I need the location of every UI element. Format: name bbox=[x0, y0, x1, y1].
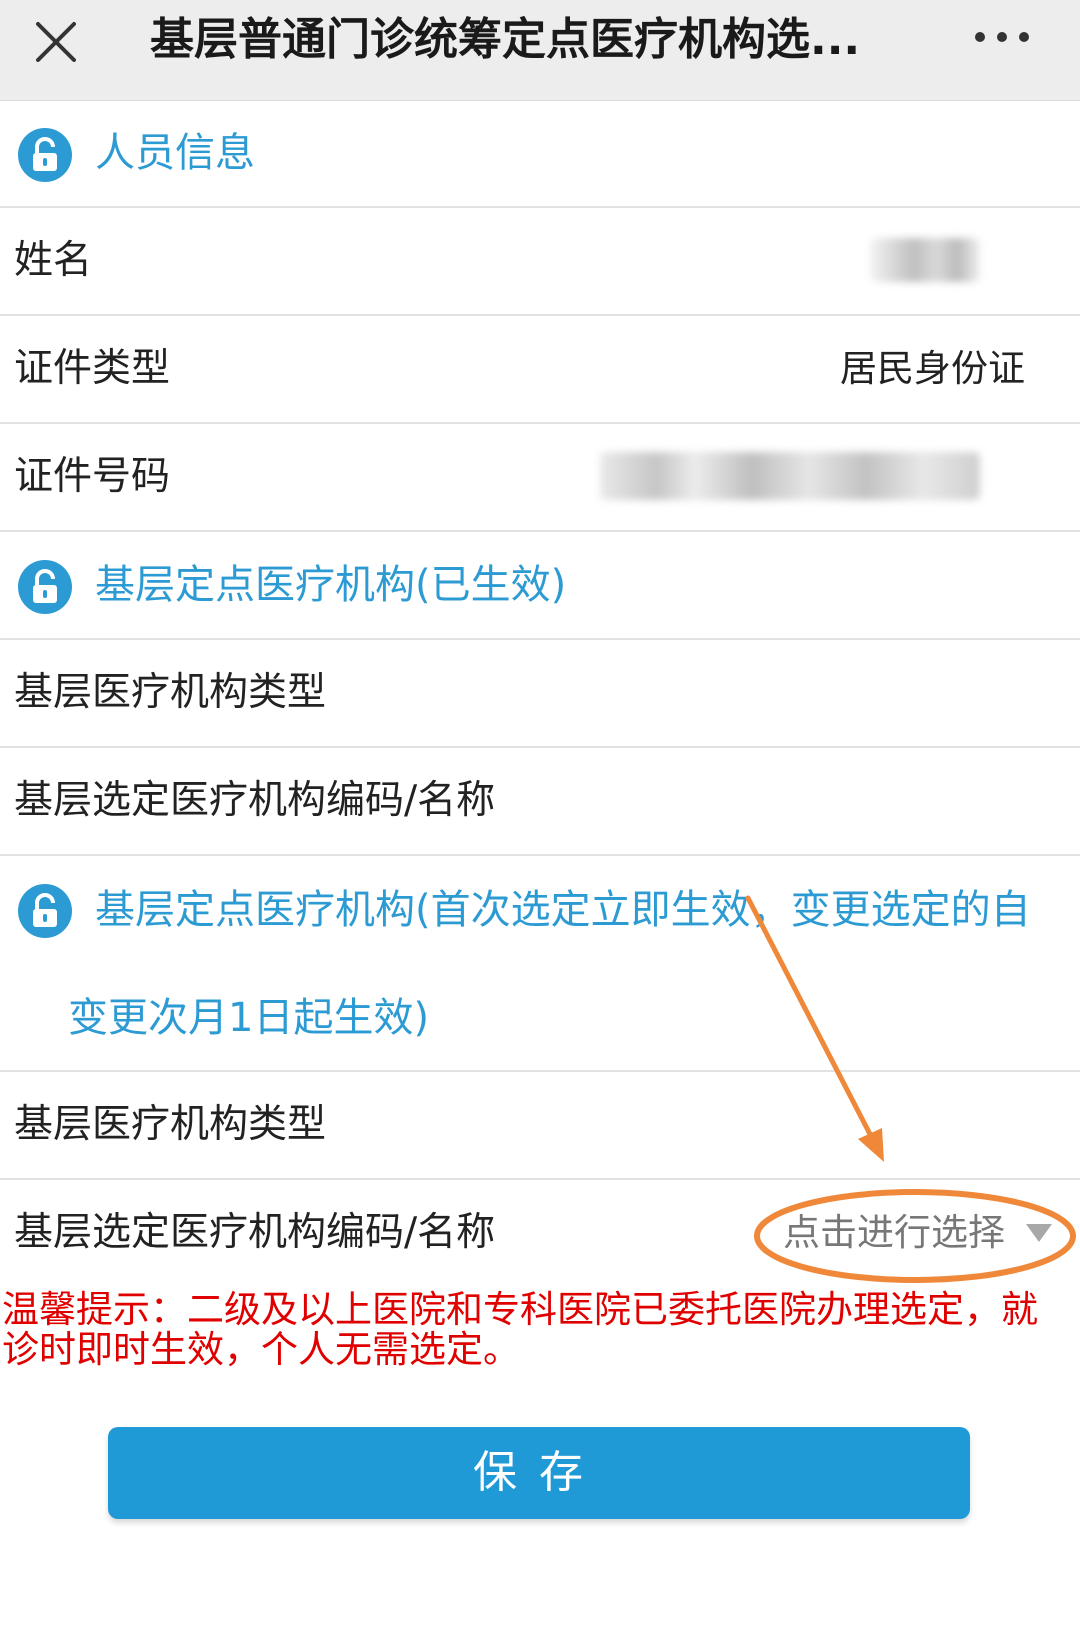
lock-icon bbox=[18, 560, 72, 614]
section-title-new: 基层定点医疗机构(首次选定立即生效，变更选定的自变更次月1日起生效) bbox=[68, 887, 1031, 1041]
current-code-label: 基层选定医疗机构编码/名称 bbox=[14, 778, 496, 823]
row-current-type: 基层医疗机构类型 bbox=[0, 640, 1080, 748]
row-current-code: 基层选定医疗机构编码/名称 bbox=[0, 748, 1080, 856]
id-type-label: 证件类型 bbox=[14, 346, 171, 391]
row-new-type[interactable]: 基层医疗机构类型 bbox=[0, 1072, 1080, 1180]
name-label: 姓名 bbox=[14, 238, 93, 283]
lock-icon bbox=[18, 128, 72, 182]
section-header-personal: 人员信息 bbox=[0, 100, 1080, 208]
name-value-redacted bbox=[870, 238, 980, 282]
id-type-value: 居民身份证 bbox=[840, 347, 1025, 390]
page-title: 基层普通门诊统筹定点医疗机构选... bbox=[150, 14, 861, 65]
lock-icon bbox=[18, 884, 72, 938]
section-title-personal: 人员信息 bbox=[95, 130, 255, 176]
new-code-label: 基层选定医疗机构编码/名称 bbox=[14, 1210, 496, 1255]
new-type-label: 基层医疗机构类型 bbox=[14, 1102, 327, 1147]
section-title-current: 基层定点医疗机构(已生效) bbox=[95, 562, 567, 608]
dropdown-arrow-icon[interactable] bbox=[1026, 1224, 1052, 1242]
id-number-value-redacted bbox=[600, 452, 980, 500]
row-new-code: 基层选定医疗机构编码/名称 点击进行选择 bbox=[0, 1180, 1080, 1288]
close-icon[interactable] bbox=[28, 14, 84, 70]
more-icon[interactable] bbox=[975, 22, 1035, 52]
row-id-type: 证件类型 居民身份证 bbox=[0, 316, 1080, 424]
row-name: 姓名 bbox=[0, 208, 1080, 316]
row-id-number: 证件号码 bbox=[0, 424, 1080, 532]
save-button[interactable]: 保存 bbox=[108, 1427, 970, 1519]
current-type-label: 基层医疗机构类型 bbox=[14, 670, 327, 715]
top-bar: 基层普通门诊统筹定点医疗机构选... bbox=[0, 0, 1080, 101]
section-header-new: 基层定点医疗机构(首次选定立即生效，变更选定的自变更次月1日起生效) bbox=[0, 856, 1080, 1072]
institution-select[interactable]: 点击进行选择 bbox=[783, 1180, 1005, 1286]
id-number-label: 证件号码 bbox=[14, 454, 171, 499]
warm-tip: 温馨提示：二级及以上医院和专科医院已委托医院办理选定，就诊时即时生效，个人无需选… bbox=[2, 1288, 1038, 1371]
section-header-current: 基层定点医疗机构(已生效) bbox=[0, 532, 1080, 640]
